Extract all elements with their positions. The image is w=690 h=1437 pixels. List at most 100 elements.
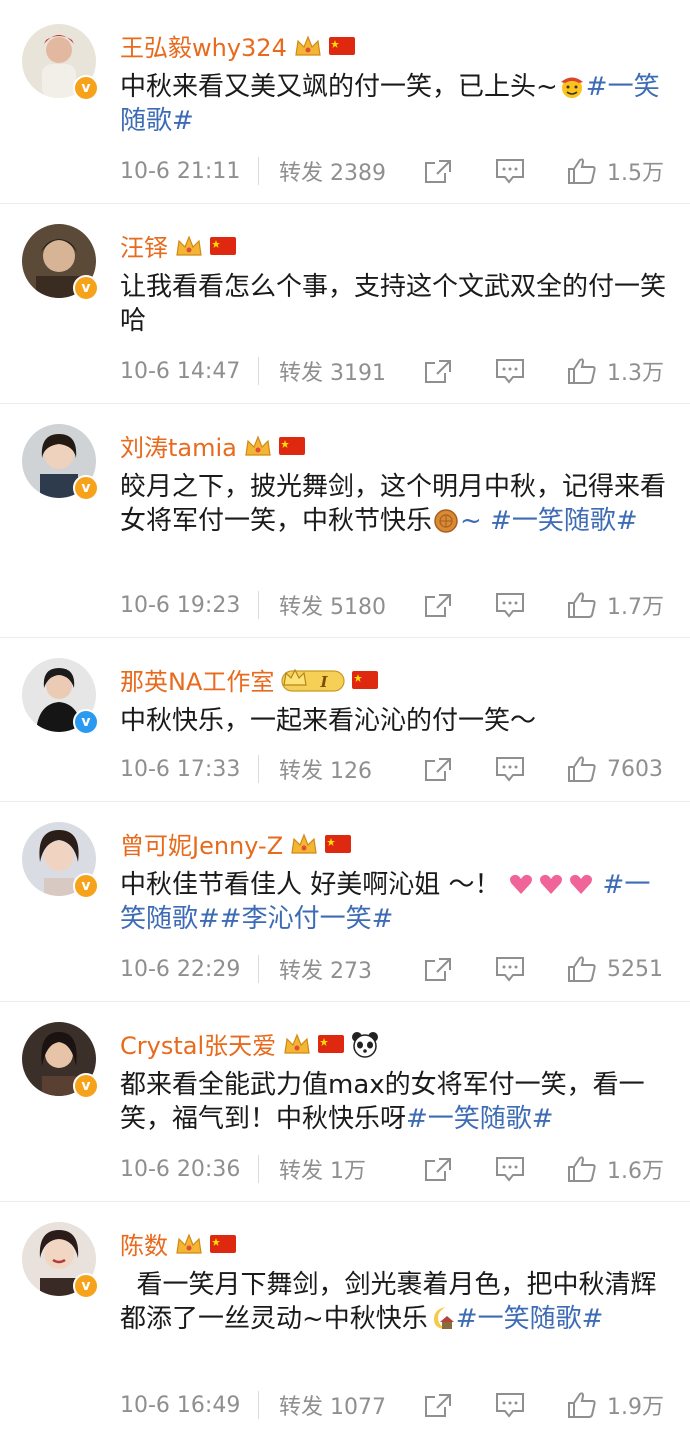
- comment-item: v 汪铎 让我看看怎么个事，支持这个文武双全的付一笑哈 10-6 14:47 转…: [0, 204, 690, 404]
- crown-icon: [176, 1232, 202, 1254]
- china-flag-icon: [278, 436, 305, 455]
- username[interactable]: 那英NA工作室: [120, 662, 274, 697]
- username[interactable]: Crystal张天爱: [120, 1026, 276, 1061]
- share-icon[interactable]: [423, 1392, 453, 1418]
- comment-icon[interactable]: [495, 756, 525, 782]
- comment-text: 都来看全能武力值max的女将军付一笑，看一笑，福气到！中秋快乐呀#一笑随歌#: [120, 1070, 645, 1134]
- repost-button[interactable]: 转发 1万: [279, 1153, 419, 1185]
- timestamp: 10-6 20:36: [120, 1156, 241, 1182]
- divider: [258, 1391, 259, 1419]
- comment-text: 看一笑月下舞剑，剑光裹着月色，把中秋清辉都添了一丝灵动~中秋快乐 #一笑随歌#: [120, 1270, 657, 1334]
- comment-meta: 10-6 17:33 转发 126 7603: [120, 752, 670, 786]
- repost-button[interactable]: 转发 2389: [279, 155, 419, 187]
- comment-icon[interactable]: [495, 1156, 525, 1182]
- hearts-emoji-icon: [509, 874, 592, 894]
- comment-text: 中秋来看又美又飒的付一笑，已上头~ #一笑随歌#: [120, 72, 660, 136]
- repost-button[interactable]: 转发 5180: [279, 589, 419, 621]
- hashtag-link[interactable]: #一笑随歌#: [406, 1104, 554, 1134]
- comment-icon[interactable]: [495, 956, 525, 982]
- verified-badge-icon: v: [73, 1073, 99, 1099]
- comment-item: v 刘涛tamia 皎月之下，披光舞剑，这个明月中秋，记得来看女将军付一笑，中秋…: [0, 404, 690, 638]
- comment-text: 皎月之下，披光舞剑，这个明月中秋，记得来看女将军付一笑，中秋节快乐 ~ #一笑随歌…: [120, 472, 667, 536]
- verified-badge-icon: v: [73, 1273, 99, 1299]
- share-icon[interactable]: [423, 358, 453, 384]
- like-count: 5251: [607, 956, 663, 982]
- divider: [258, 157, 259, 185]
- hashtag-link[interactable]: #一笑随歌#: [456, 1304, 604, 1334]
- username[interactable]: 刘涛tamia: [120, 428, 237, 463]
- comment-meta: 10-6 14:47 转发 3191 1.3万: [120, 354, 670, 388]
- repost-button[interactable]: 转发 3191: [279, 355, 419, 387]
- china-flag-icon: [210, 236, 236, 255]
- like-icon[interactable]: [567, 955, 597, 983]
- timestamp: 10-6 17:33: [120, 756, 241, 782]
- comment-icon[interactable]: [495, 592, 525, 618]
- verified-badge-icon: v: [73, 475, 99, 501]
- like-icon[interactable]: [567, 357, 597, 385]
- comment-item: v 王弘毅why324 中秋来看又美又飒的付一笑，已上头~ #一笑随歌# 10-6…: [0, 0, 690, 204]
- comment-icon[interactable]: [495, 158, 525, 184]
- crown-icon: [245, 434, 271, 456]
- timestamp: 10-6 21:11: [120, 158, 241, 184]
- avatar[interactable]: v: [22, 224, 99, 301]
- comment-icon[interactable]: [495, 358, 525, 384]
- repost-button[interactable]: 转发 273: [279, 953, 419, 985]
- comment-icon[interactable]: [495, 1392, 525, 1418]
- repost-button[interactable]: 转发 126: [279, 753, 419, 785]
- like-icon[interactable]: [567, 1391, 597, 1419]
- comment-text: 中秋快乐，一起来看沁沁的付一笑～: [120, 706, 537, 736]
- share-icon[interactable]: [423, 592, 453, 618]
- crown-icon: [291, 832, 317, 854]
- avatar[interactable]: v: [22, 658, 99, 735]
- china-flag-icon: [328, 36, 355, 55]
- crown-icon: [284, 1032, 310, 1054]
- china-flag-icon: [318, 1034, 345, 1053]
- comment-meta: 10-6 21:11 转发 2389 1.5万: [120, 154, 670, 188]
- username[interactable]: 陈数: [120, 1226, 168, 1261]
- divider: [258, 955, 259, 983]
- verified-badge-icon: v: [73, 873, 99, 899]
- comment-meta: 10-6 19:23 转发 5180 1.7万: [120, 588, 670, 622]
- comment-text: 中秋佳节看佳人 好美啊沁姐 ～！ #一笑随歌##李沁付一笑#: [120, 870, 651, 934]
- username[interactable]: 王弘毅why324: [120, 28, 287, 63]
- divider: [258, 591, 259, 619]
- share-icon[interactable]: [423, 158, 453, 184]
- divider: [258, 357, 259, 385]
- like-icon[interactable]: [567, 157, 597, 185]
- avatar[interactable]: v: [22, 424, 99, 501]
- comment-item: v Crystal张天爱 都来看全能武力值max的女将军付一笑，看一笑，福气到！…: [0, 1002, 690, 1202]
- moon-emoji-icon: [433, 1307, 454, 1329]
- verified-badge-icon: v: [73, 275, 99, 301]
- username[interactable]: 曾可妮Jenny-Z: [120, 826, 283, 861]
- vip-level-badge-icon: I: [281, 668, 345, 692]
- share-icon[interactable]: [423, 1156, 453, 1182]
- comment-item: v 曾可妮Jenny-Z 中秋佳节看佳人 好美啊沁姐 ～！ #一笑随歌##李沁付一…: [0, 802, 690, 1002]
- timestamp: 10-6 22:29: [120, 956, 241, 982]
- divider: [258, 1155, 259, 1183]
- like-count: 1.6万: [607, 1159, 664, 1184]
- like-icon[interactable]: [567, 755, 597, 783]
- like-count: 1.7万: [607, 595, 664, 620]
- like-count: 1.3万: [607, 361, 664, 386]
- china-flag-icon: [325, 834, 352, 853]
- timestamp: 10-6 14:47: [120, 358, 241, 384]
- verified-badge-icon: v: [73, 709, 99, 735]
- avatar[interactable]: v: [22, 1222, 99, 1299]
- like-icon[interactable]: [567, 1155, 597, 1183]
- panda-icon: [352, 1031, 379, 1058]
- avatar[interactable]: v: [22, 1022, 99, 1099]
- china-flag-icon: [210, 1234, 236, 1253]
- username[interactable]: 汪铎: [120, 228, 168, 263]
- comment-meta: 10-6 22:29 转发 273 5251: [120, 952, 670, 986]
- repost-button[interactable]: 转发 1077: [279, 1389, 419, 1421]
- timestamp: 10-6 19:23: [120, 592, 241, 618]
- hashtag-link[interactable]: ~ #一笑随歌#: [460, 506, 638, 536]
- verified-badge-icon: v: [73, 75, 99, 101]
- svg-text:I: I: [320, 673, 329, 691]
- avatar[interactable]: v: [22, 24, 99, 101]
- share-icon[interactable]: [423, 756, 453, 782]
- like-count: 1.9万: [607, 1395, 664, 1420]
- like-icon[interactable]: [567, 591, 597, 619]
- avatar[interactable]: v: [22, 822, 99, 899]
- share-icon[interactable]: [423, 956, 453, 982]
